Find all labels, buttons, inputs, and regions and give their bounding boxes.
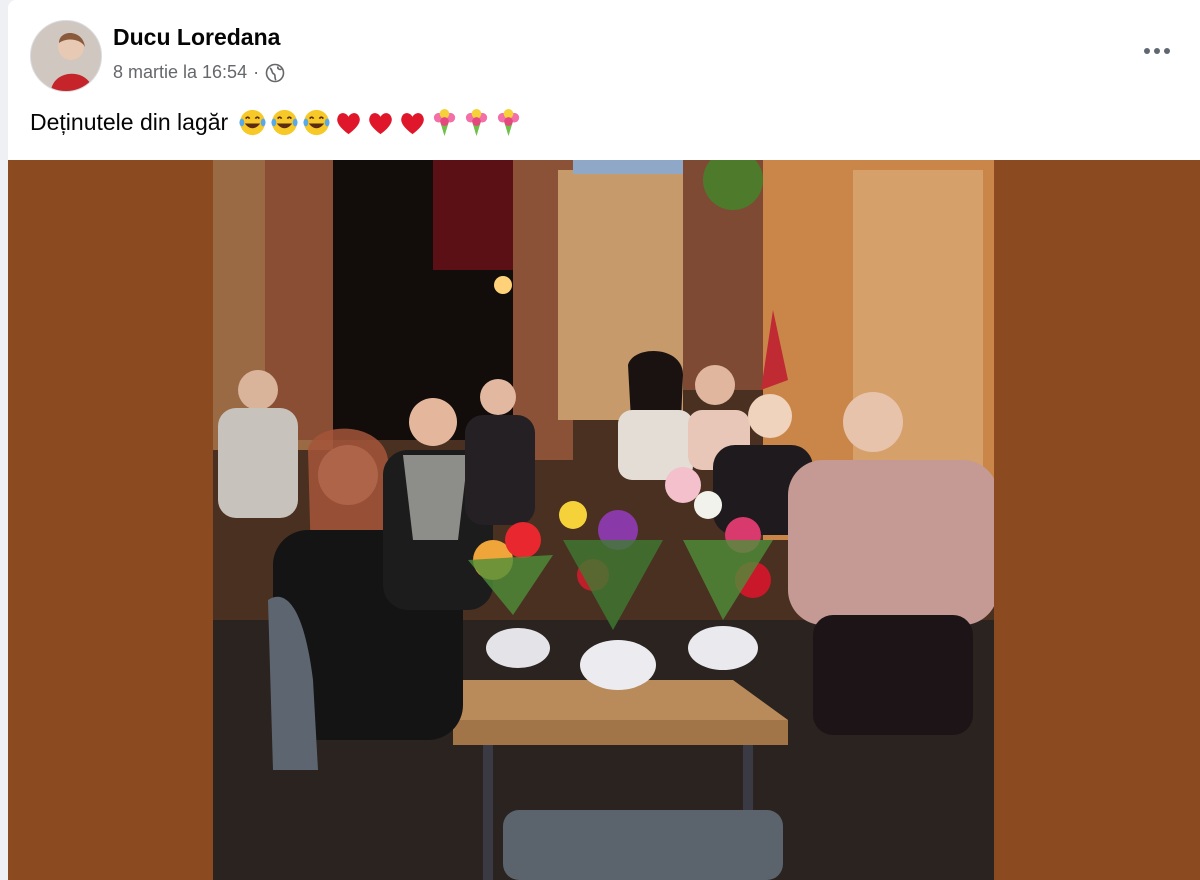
red-heart-icon — [401, 113, 424, 135]
joy-face-icon — [303, 109, 330, 136]
author-name[interactable]: Ducu Loredana — [113, 24, 280, 51]
post-timestamp[interactable]: 8 martie la 16:54 — [113, 62, 247, 83]
caption-text: Deținutele din lagăr — [30, 109, 229, 135]
post-caption: Deținutele din lagăr — [30, 108, 523, 137]
red-heart-icon — [369, 113, 392, 135]
red-heart-icon — [337, 113, 360, 135]
facebook-post: Ducu Loredana 8 martie la 16:54 · Deținu… — [8, 0, 1200, 880]
post-meta: 8 martie la 16:54 · — [113, 62, 285, 83]
joy-face-icon — [271, 109, 298, 136]
bouquet-icon — [466, 108, 488, 137]
dot — [1154, 48, 1160, 54]
post-media[interactable] — [8, 160, 1200, 880]
meta-separator: · — [253, 62, 260, 82]
more-options-icon[interactable] — [1140, 38, 1174, 64]
dot — [1144, 48, 1150, 54]
author-avatar[interactable] — [30, 20, 102, 92]
joy-face-icon — [239, 109, 266, 136]
globe-icon[interactable] — [265, 63, 285, 83]
dot — [1164, 48, 1170, 54]
caption-emojis — [238, 108, 523, 137]
bouquet-icon — [498, 108, 520, 137]
bouquet-icon — [434, 108, 456, 137]
post-photo[interactable] — [213, 160, 994, 880]
